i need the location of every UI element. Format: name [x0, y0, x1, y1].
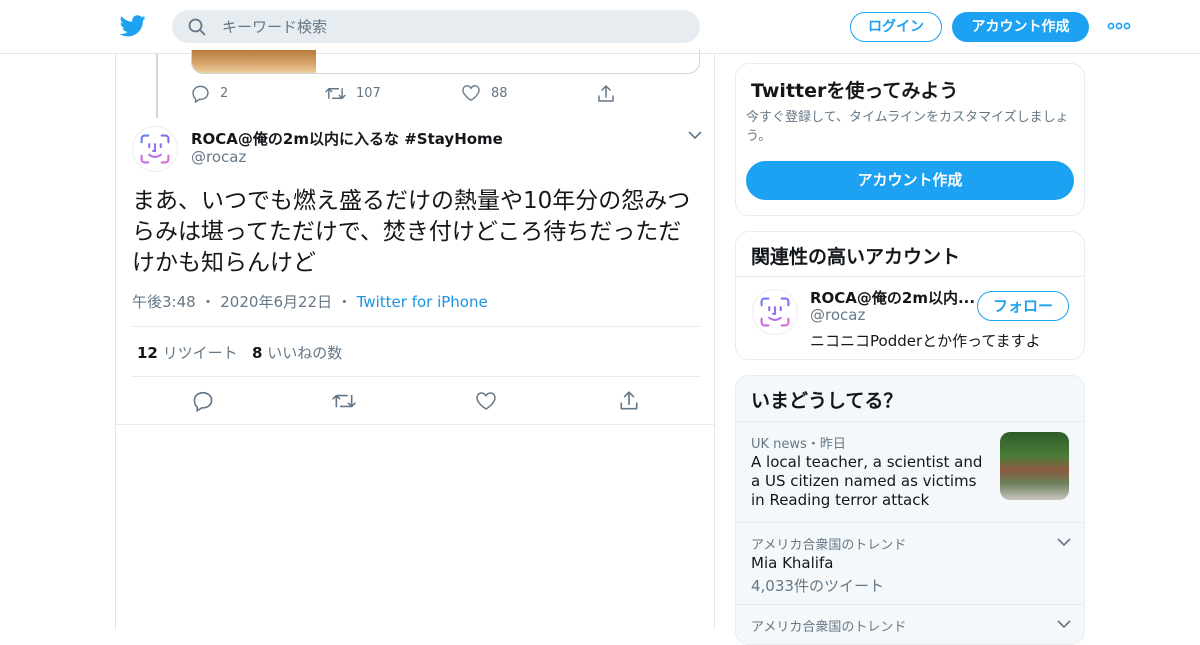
previous-tweet-media[interactable]: [191, 50, 700, 74]
divider: [736, 276, 1084, 277]
twitter-logo-icon[interactable]: [120, 14, 146, 38]
retweet-count: 107: [356, 86, 381, 101]
trend-context: UK news・昨日: [751, 437, 846, 452]
like-stat[interactable]: 8 いいねの数: [252, 342, 342, 363]
tweet-column: 2 107 88 ROCA@俺の2m以内に入るな #StayHome @roca…: [115, 50, 715, 630]
signup-button[interactable]: アカウント作成: [952, 12, 1089, 42]
related-accounts-panel: 関連性の高いアカウント ROCA@俺の2m以内... @rocaz ニコニコPo…: [735, 231, 1085, 360]
reply-icon[interactable]: [192, 390, 214, 412]
tweet-source-link[interactable]: Twitter for iPhone: [357, 293, 488, 311]
heart-icon: [462, 85, 480, 101]
retweet-stat-label: リツイート: [162, 344, 238, 362]
share-icon: [598, 85, 614, 102]
display-name[interactable]: ROCA@俺の2m以内に入るな #StayHome: [191, 128, 503, 149]
signup-panel-subtitle: 今すぐ登録して、タイムラインをカスタマイズしましょう。: [746, 110, 1069, 144]
trend-context: アメリカ合衆国のトレンド: [751, 620, 907, 635]
like-stat-label: いいねの数: [267, 344, 343, 362]
more-icon[interactable]: [1106, 16, 1132, 36]
tweet-header: ROCA@俺の2m以内に入るな #StayHome @rocaz: [132, 124, 702, 174]
related-account-handle[interactable]: @rocaz: [810, 306, 865, 324]
retweet-stat-count: 12: [137, 344, 158, 362]
related-account-bio: ニコニコPodderとか作ってますよ: [810, 332, 1041, 350]
signup-panel: Twitterを使ってみよう 今すぐ登録して、タイムラインをカスタマイズしましょ…: [735, 63, 1085, 216]
reply-icon: [192, 85, 209, 103]
thread-line: [156, 54, 158, 118]
retweet-icon: [325, 88, 346, 99]
tweet-stats: 12 リツイート 8 いいねの数: [131, 326, 700, 377]
tweet-date[interactable]: 2020年6月22日: [220, 293, 332, 311]
heart-icon[interactable]: [475, 390, 497, 412]
like-action[interactable]: 88: [461, 84, 508, 102]
trend-tweet-count: 4,033件のツイート: [751, 577, 884, 595]
signup-panel-button[interactable]: アカウント作成: [746, 161, 1074, 200]
reply-count: 2: [220, 86, 229, 101]
trends-panel: いまどうしてる？ UK news・昨日 A local teacher, a s…: [735, 375, 1085, 645]
tweet-metadata: 午後3:48 ・ 2020年6月22日 ・ Twitter for iPhone: [132, 293, 488, 311]
user-handle[interactable]: @rocaz: [191, 148, 246, 166]
media-thumbnail[interactable]: [192, 50, 316, 73]
trend-item[interactable]: アメリカ合衆国のトレンド: [736, 604, 1084, 644]
avatar[interactable]: [752, 289, 798, 335]
trend-title: A local teacher, a scientist and a US ci…: [751, 453, 983, 509]
previous-tweet-actions: 2 107 88: [191, 84, 631, 104]
news-thumbnail[interactable]: [1000, 432, 1069, 500]
search-input[interactable]: [222, 10, 682, 43]
trend-context: アメリカ合衆国のトレンド: [751, 538, 907, 553]
follow-button[interactable]: フォロー: [977, 291, 1069, 321]
signup-panel-title: Twitterを使ってみよう: [751, 80, 959, 102]
retweet-action[interactable]: 107: [325, 84, 381, 103]
trends-panel-title: いまどうしてる？: [751, 390, 903, 412]
related-panel-title: 関連性の高いアカウント: [751, 246, 961, 268]
top-bar: ログイン アカウント作成: [0, 0, 1200, 54]
chevron-down-icon[interactable]: [688, 130, 702, 140]
avatar[interactable]: [132, 126, 178, 172]
trend-title: Mia Khalifa: [751, 554, 834, 572]
chevron-down-icon[interactable]: [1057, 537, 1071, 547]
share-action[interactable]: [596, 84, 616, 104]
retweet-stat[interactable]: 12 リツイート: [137, 342, 238, 363]
trend-item[interactable]: UK news・昨日 A local teacher, a scientist …: [736, 421, 1084, 522]
tweet-time[interactable]: 午後3:48: [132, 293, 196, 311]
login-button[interactable]: ログイン: [850, 12, 942, 42]
tweet-text: まあ、いつでも燃え盛るだけの熱量や10年分の怨みつらみは堪ってただけで、焚き付け…: [132, 188, 691, 276]
tweet-actions: [116, 377, 714, 425]
trend-item[interactable]: アメリカ合衆国のトレンド Mia Khalifa 4,033件のツイート: [736, 522, 1084, 604]
reply-action[interactable]: 2: [191, 84, 228, 103]
like-stat-count: 8: [252, 344, 263, 362]
search-icon: [188, 18, 206, 36]
chevron-down-icon[interactable]: [1057, 619, 1071, 629]
related-account-name[interactable]: ROCA@俺の2m以内...: [810, 287, 975, 308]
search-box[interactable]: [172, 10, 700, 43]
like-count: 88: [491, 85, 508, 101]
share-icon[interactable]: [618, 390, 640, 412]
retweet-icon[interactable]: [332, 390, 356, 412]
